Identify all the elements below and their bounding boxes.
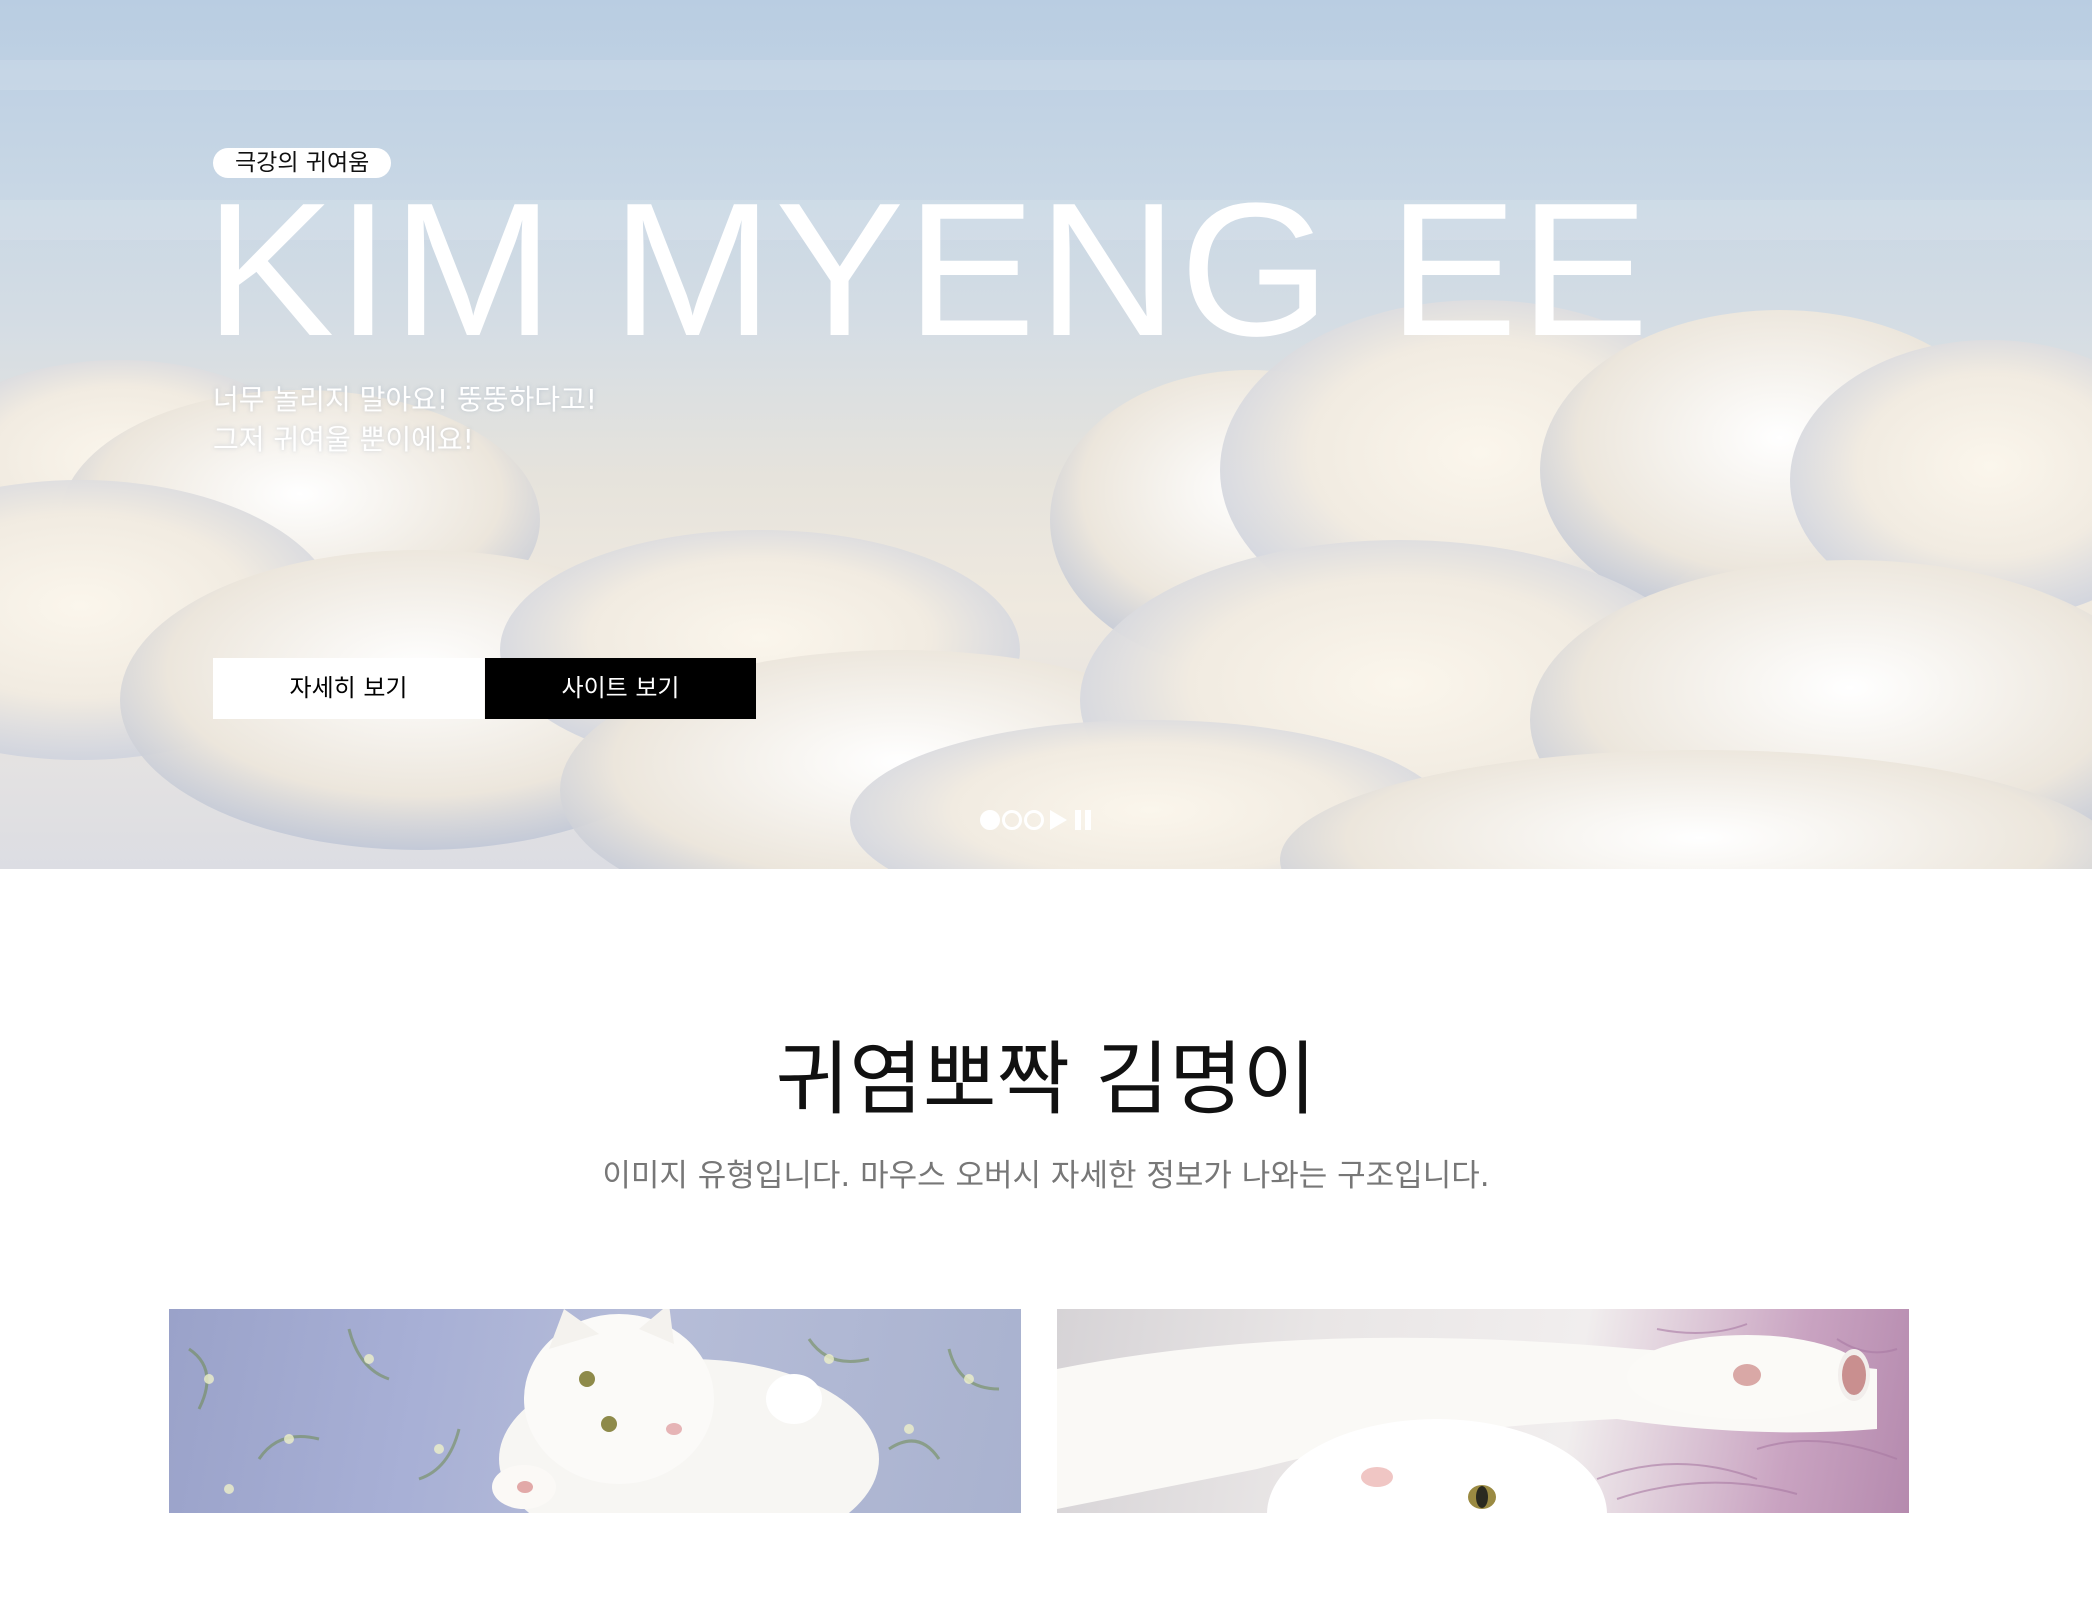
- hero-description: 너무 놀리지 말아요! 뚱뚱하다고! 그저 귀여울 뿐이에요!: [213, 380, 597, 460]
- cat-photo-2: [1057, 1323, 1898, 1513]
- cat-photo-1: [188, 1309, 1000, 1513]
- slider-controls: [980, 808, 1091, 832]
- detail-button[interactable]: 자세히 보기: [213, 658, 484, 719]
- play-icon[interactable]: [1050, 810, 1067, 830]
- slide-dot-1[interactable]: [980, 810, 1000, 830]
- hero-title: KIM MYENG EE: [205, 164, 1651, 376]
- site-button[interactable]: 사이트 보기: [485, 658, 756, 719]
- section-description: 이미지 유형입니다. 마우스 오버시 자세한 정보가 나와는 구조입니다.: [602, 1158, 1490, 1194]
- cat-image-card-1[interactable]: [169, 1309, 1021, 1513]
- section-title: 귀염뽀짝 김명이: [775, 1033, 1317, 1126]
- pause-icon[interactable]: [1075, 810, 1091, 830]
- cat-image-card-2[interactable]: [1057, 1309, 1909, 1513]
- slide-dot-3[interactable]: [1024, 810, 1044, 830]
- slide-dot-2[interactable]: [1002, 810, 1022, 830]
- hero-description-line-1: 너무 놀리지 말아요! 뚱뚱하다고!: [213, 383, 598, 416]
- hero-description-line-2: 그저 귀여울 뿐이에요!: [213, 423, 474, 456]
- hero-banner: 극강의 귀여움 KIM MYENG EE 너무 놀리지 말아요! 뚱뚱하다고! …: [0, 0, 2092, 869]
